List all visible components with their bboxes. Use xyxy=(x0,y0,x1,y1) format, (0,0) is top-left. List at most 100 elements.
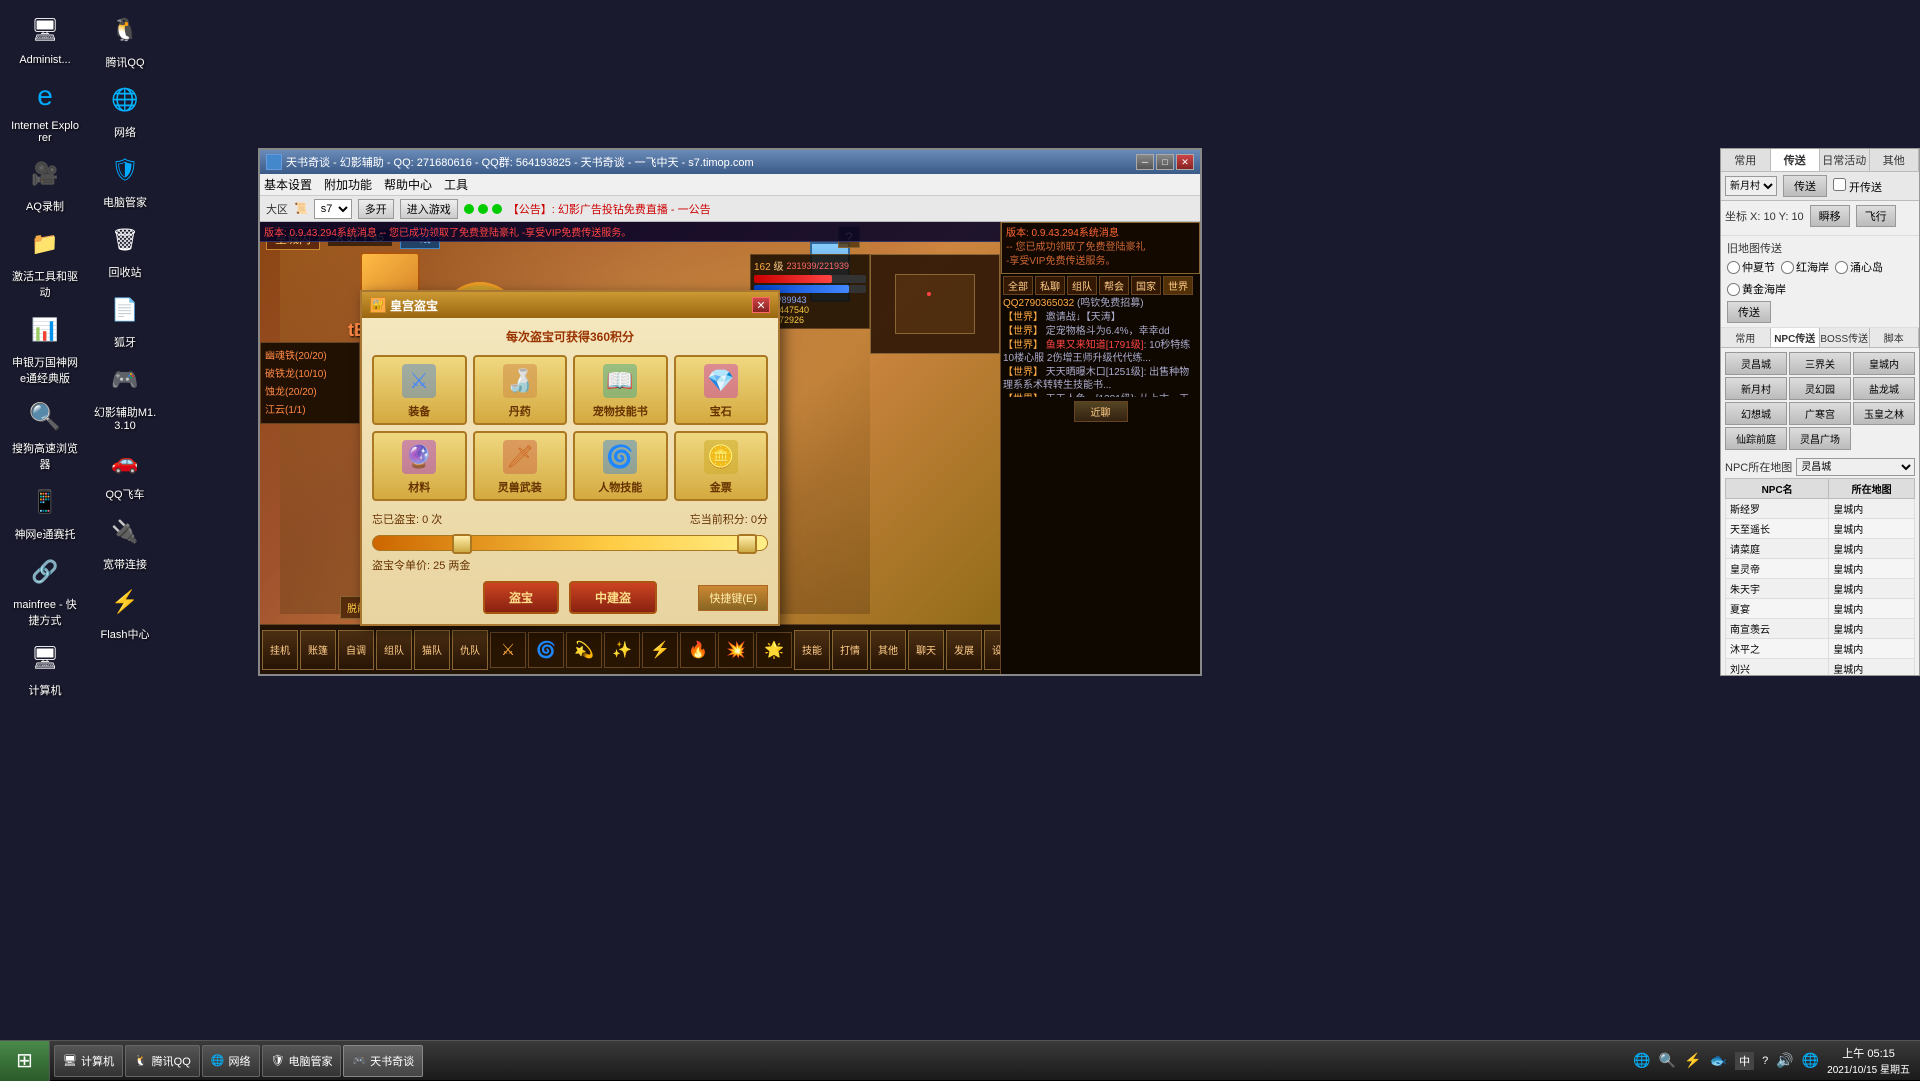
desktop-icon-shenyin[interactable]: 📊 申银万国神网e通经典版 xyxy=(10,310,80,386)
btn-shezhi[interactable]: 设置 xyxy=(984,630,1000,670)
desktop-icon-aqrec[interactable]: 🎥 AQ录制 xyxy=(10,154,80,214)
item-cell-skill[interactable]: 🌀 人物技能 xyxy=(573,431,668,501)
npc-row-0[interactable]: 斯经罗 皇城内 xyxy=(1726,499,1915,519)
btn-guaji[interactable]: 挂机 xyxy=(262,630,298,670)
desktop-icon-administrator[interactable]: 🖥 Administ... xyxy=(10,10,80,66)
desktop-icon-foxya[interactable]: 📄 狐牙 xyxy=(90,290,160,350)
taskbar-volume-icon[interactable]: 🔊 xyxy=(1776,1052,1793,1069)
npc-row-8[interactable]: 刘兴 皇城内 xyxy=(1726,659,1915,676)
desktop-icon-shenwange[interactable]: 📱 神网e通赛托 xyxy=(10,482,80,542)
orp-tab2-script[interactable]: 脚本 xyxy=(1870,328,1920,347)
desktop-icon-mainfree[interactable]: 🔗 mainfree - 快捷方式 xyxy=(10,552,80,628)
orp-tab-common[interactable]: 常用 xyxy=(1721,149,1771,171)
desktop-icon-pcmanager[interactable]: 🛡 电脑管家 xyxy=(90,150,160,210)
orp-grid-btn-5[interactable]: 盐龙城 xyxy=(1853,377,1915,400)
btn-fazhan[interactable]: 发展 xyxy=(946,630,982,670)
btn-zhangpeng[interactable]: 账篷 xyxy=(300,630,336,670)
chat-tab-team[interactable]: 组队 xyxy=(1067,276,1097,295)
taskbar-tray-game[interactable]: 🐟 xyxy=(1710,1052,1727,1069)
npc-row-1[interactable]: 天至遥长 皇城内 xyxy=(1726,519,1915,539)
desktop-icon-computer[interactable]: 🖥 计算机 xyxy=(10,638,80,698)
toolbar-jibenshezhi[interactable]: 基本设置 xyxy=(264,176,312,193)
chat-tab-all[interactable]: 全部 xyxy=(1003,276,1033,295)
maximize-btn[interactable]: □ xyxy=(1156,154,1174,170)
radio-honghaiian[interactable]: 红海岸 xyxy=(1781,259,1829,275)
desktop-icon-network[interactable]: 🌐 网络 xyxy=(90,80,160,140)
orp-grid-btn-2[interactable]: 皇城内 xyxy=(1853,352,1915,375)
item-cell-beast[interactable]: 🗡 灵兽武装 xyxy=(473,431,568,501)
btn-maodui[interactable]: 猫队 xyxy=(414,630,450,670)
skill-slot-7[interactable]: 💥 xyxy=(718,632,754,668)
orp-grid-btn-9[interactable]: 仙踪前庭 xyxy=(1725,427,1787,450)
orp-open-checkbox[interactable] xyxy=(1833,178,1846,191)
npc-row-3[interactable]: 皇灵帝 皇城内 xyxy=(1726,559,1915,579)
desktop-icon-recycle[interactable]: 🗑 回收站 xyxy=(90,220,160,280)
skill-slot-6[interactable]: 🔥 xyxy=(680,632,716,668)
btn-qita[interactable]: 其他 xyxy=(870,630,906,670)
btn-fly[interactable]: 飞行 xyxy=(1856,205,1896,227)
popup-slider[interactable] xyxy=(372,535,768,551)
skill-slot-4[interactable]: ✨ xyxy=(604,632,640,668)
desktop-icon-broadband[interactable]: 🔌 宽带连接 xyxy=(90,512,160,572)
chat-tab-world[interactable]: 世界 xyxy=(1163,276,1193,295)
game-scene[interactable]: 皇城内 X 57 Y 45 一线 ? 162 级 231939/221939 xyxy=(260,222,1000,674)
minimize-btn[interactable]: ─ xyxy=(1136,154,1154,170)
npc-row-5[interactable]: 夏宴 皇城内 xyxy=(1726,599,1915,619)
server-select[interactable]: s7 xyxy=(314,199,352,219)
orp-tab-daily[interactable]: 日常活动 xyxy=(1820,149,1870,171)
btn-liaotian[interactable]: 聊天 xyxy=(908,630,944,670)
btn-steal[interactable]: 盗宝 xyxy=(483,581,559,614)
monster-shilong[interactable]: 蚀龙(20/20) xyxy=(265,383,355,398)
btn-move[interactable]: 瞬移 xyxy=(1810,205,1850,227)
toolbar-gongju[interactable]: 工具 xyxy=(444,176,468,193)
desktop-icon-qq[interactable]: 🐧 腾讯QQ xyxy=(90,10,160,70)
npc-row-7[interactable]: 沐平之 皇城内 xyxy=(1726,639,1915,659)
orp-grid-btn-3[interactable]: 新月村 xyxy=(1725,377,1787,400)
desktop-icon-activate[interactable]: 📁 激活工具和驱动 xyxy=(10,224,80,300)
orp-grid-btn-4[interactable]: 灵幻园 xyxy=(1789,377,1851,400)
taskbar-item-0[interactable]: 🖥 计算机 xyxy=(54,1045,123,1077)
monster-yuanhuntie[interactable]: 幽魂铁(20/20) xyxy=(265,347,355,362)
chat-tab-nation[interactable]: 国家 xyxy=(1131,276,1161,295)
orp-grid-btn-1[interactable]: 三界关 xyxy=(1789,352,1851,375)
orp-grid-btn-7[interactable]: 广寒宫 xyxy=(1789,402,1851,425)
announcement-text[interactable]: 【公告】: 幻影广告投钻免费直播 - 一公告 xyxy=(508,201,711,217)
open-btn[interactable]: 多开 xyxy=(358,199,394,219)
skill-slot-5[interactable]: ⚡ xyxy=(642,632,678,668)
skill-slot-2[interactable]: 🌀 xyxy=(528,632,564,668)
taskbar-item-2[interactable]: 🌐 网络 xyxy=(202,1045,260,1077)
orp-grid-btn-10[interactable]: 灵昌广场 xyxy=(1789,427,1851,450)
item-cell-danyao[interactable]: 🍶 丹药 xyxy=(473,355,568,425)
desktop-icon-qqflycar[interactable]: 🚗 QQ飞车 xyxy=(90,442,160,502)
taskbar-help-icon[interactable]: ? xyxy=(1762,1055,1768,1067)
skill-slot-1[interactable]: ⚔ xyxy=(490,632,526,668)
item-cell-gem[interactable]: 💎 宝石 xyxy=(674,355,769,425)
popup-close-btn[interactable]: ✕ xyxy=(752,297,770,313)
item-cell-ticket[interactable]: 🪙 金票 xyxy=(674,431,769,501)
item-cell-equipment[interactable]: ⚔ 装备 xyxy=(372,355,467,425)
orp-grid-btn-6[interactable]: 幻想城 xyxy=(1725,402,1787,425)
orp-teleport-btn[interactable]: 传送 xyxy=(1727,301,1771,323)
taskbar-network-icon[interactable]: 🌐 xyxy=(1802,1052,1819,1069)
orp-grid-btn-0[interactable]: 灵昌城 xyxy=(1725,352,1787,375)
desktop-icon-ie[interactable]: e Internet Explorer xyxy=(10,76,80,144)
orp-map-select[interactable]: 灵昌城 xyxy=(1796,458,1915,476)
desktop-icon-huanying[interactable]: 🎮 幻影辅助M1.3.10 xyxy=(90,360,160,432)
orp-newmoon-select[interactable]: 新月村 xyxy=(1725,176,1777,196)
npc-row-4[interactable]: 朱天宇 皇城内 xyxy=(1726,579,1915,599)
orp-tab2-common[interactable]: 常用 xyxy=(1721,328,1771,347)
taskbar-item-3[interactable]: 🛡 电脑管家 xyxy=(262,1045,342,1077)
btn-auto-steal[interactable]: 中建盗 xyxy=(569,581,657,614)
close-btn[interactable]: ✕ xyxy=(1176,154,1194,170)
taskbar-tray-ie[interactable]: 🌐 xyxy=(1633,1052,1650,1069)
btn-daiqing[interactable]: 打情 xyxy=(832,630,868,670)
item-cell-petbook[interactable]: 📖 宠物技能书 xyxy=(573,355,668,425)
btn-shortcut[interactable]: 快捷键(E) xyxy=(698,585,768,611)
taskbar-ime-indicator[interactable]: 中 xyxy=(1735,1052,1754,1070)
chat-tab-private[interactable]: 私聊 xyxy=(1035,276,1065,295)
btn-choudui[interactable]: 仇队 xyxy=(452,630,488,670)
orp-teleport-top-btn[interactable]: 传送 xyxy=(1783,175,1827,197)
slider-thumb-left[interactable] xyxy=(452,534,472,554)
toolbar-bangzhuzhongxin[interactable]: 帮助中心 xyxy=(384,176,432,193)
btn-near-chat[interactable]: 近聊 xyxy=(1074,401,1128,422)
